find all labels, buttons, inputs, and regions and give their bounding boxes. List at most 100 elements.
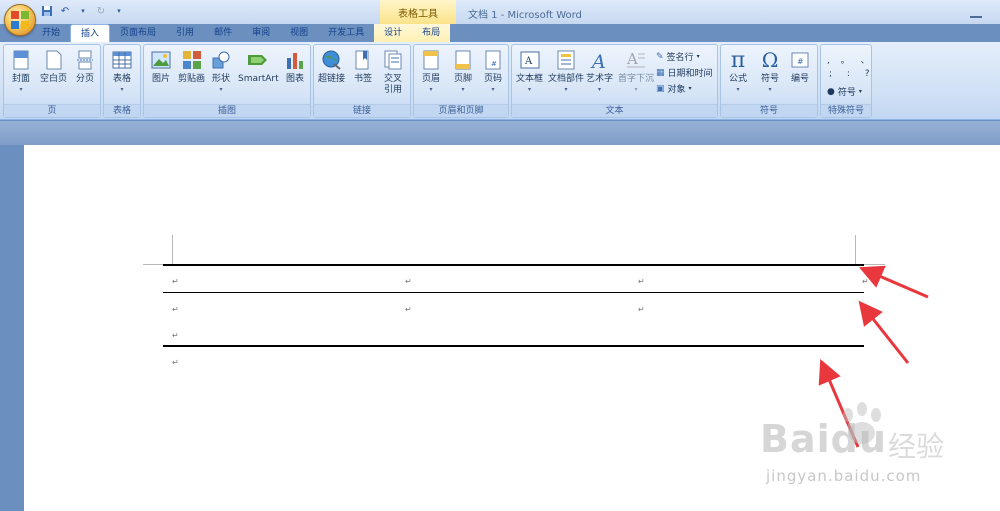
chevron-down-icon: ▾ [598,86,602,93]
drop-cap-label: 首字下沉 [618,74,655,84]
title-bar: ↶ ▾ ↻ ▾ 表格工具 文档 1 - Microsoft Word [0,0,1000,24]
group-illustrations: 图片 剪贴画 形状 ▾ SmartArt 图表 插图 [143,44,311,118]
header-label: 页眉 [421,74,440,84]
special-symbols-row-1[interactable]: , 。 、 [827,53,874,66]
cover-page-label: 封面 [11,74,30,84]
table-button[interactable]: 表格 ▾ [111,49,133,93]
text-box-icon: A [519,49,541,71]
special-symbols-row-2[interactable]: ; : ? [829,69,876,79]
customize-qat-icon[interactable]: ▾ [112,4,126,18]
blank-page-button[interactable]: 空白页 [40,49,67,85]
chevron-down-icon: ▾ [634,86,638,93]
wordart-button[interactable]: A 艺术字 ▾ [586,49,613,93]
tab-insert[interactable]: 插入 [70,24,111,42]
chevron-down-icon: ▾ [19,86,23,93]
signature-line-button[interactable]: ✎ 签名行 ▾ [656,50,700,64]
quick-parts-button[interactable]: 文档部件 ▾ [548,49,584,93]
text-box-label: 文本框 [516,74,544,84]
paragraph-mark: ↵ [638,305,645,314]
chevron-down-icon: ▾ [688,85,692,92]
margin-mark-right [855,235,856,265]
bullet-icon: ● [827,86,835,97]
paragraph-mark: ↵ [638,277,645,286]
page-number-button[interactable]: # 页码 ▾ [482,49,504,93]
tab-home[interactable]: 开始 [32,24,70,42]
group-links-label: 链接 [314,104,410,117]
picture-button[interactable]: 图片 [150,49,172,85]
quick-access-toolbar: ↶ ▾ ↻ ▾ [40,4,126,18]
table-label: 表格 [112,74,131,84]
chevron-down-icon: ▾ [219,86,223,93]
special-symbols-dropdown[interactable]: ● 符号 ▾ [827,85,862,99]
paragraph-mark: ↵ [405,305,412,314]
signature-line-icon: ✎ [656,51,664,62]
numbering-icon: # [789,49,811,71]
chevron-down-icon: ▾ [736,86,740,93]
cross-reference-button[interactable]: 交叉 引用 [382,49,404,96]
clip-art-button[interactable]: 剪贴画 [178,49,205,85]
group-text: A 文本框 ▾ 文档部件 ▾ A 艺术字 ▾ A 首字下沉 ▾ ✎ 签名行 ▾ … [511,44,718,118]
table-bottom-border[interactable] [163,345,864,347]
tab-layout[interactable]: 布局 [412,24,451,42]
minimize-icon[interactable] [970,6,982,18]
tab-page-layout[interactable]: 页面布局 [110,24,166,42]
tab-design[interactable]: 设计 [374,24,413,42]
save-icon[interactable] [40,4,54,18]
group-tables-label: 表格 [104,104,140,117]
svg-text:A: A [524,56,533,67]
svg-text:A: A [590,51,606,70]
text-box-button[interactable]: A 文本框 ▾ [516,49,543,93]
shapes-icon [210,49,232,71]
tab-references[interactable]: 引用 [166,24,204,42]
shapes-label: 形状 [211,74,230,84]
smartart-button[interactable]: SmartArt [238,49,279,85]
equation-button[interactable]: π 公式 ▾ [727,48,749,94]
group-symbols-label: 符号 [721,104,817,117]
tab-review[interactable]: 审阅 [242,24,280,42]
window-title: 文档 1 - Microsoft Word [468,10,582,21]
chevron-down-icon: ▾ [120,86,124,93]
table-top-border[interactable] [163,264,864,266]
redo-icon[interactable]: ↻ [94,4,108,18]
drop-cap-icon: A [625,49,647,71]
tab-mailings[interactable]: 邮件 [204,24,242,42]
chevron-down-icon: ▾ [768,86,772,93]
watermark-cn: 经验 [888,430,945,463]
chart-button[interactable]: 图表 [284,49,306,85]
chevron-down-icon: ▾ [564,86,568,93]
bookmark-button[interactable]: 书签 [352,49,374,85]
drop-cap-button[interactable]: A 首字下沉 ▾ [618,49,654,93]
chevron-down-icon: ▾ [696,53,700,60]
group-header-footer-label: 页眉和页脚 [414,104,508,117]
page-break-button[interactable]: 分页 [74,49,96,85]
blank-page-icon [43,49,65,71]
ribbon-tabs: 开始 插入 页面布局 引用 邮件 审阅 视图 开发工具 设计 布局 [0,24,1000,42]
office-button[interactable] [4,4,36,36]
undo-dropdown-icon[interactable]: ▾ [76,4,90,18]
svg-text:#: # [491,60,497,68]
date-time-button[interactable]: ▦ 日期和时间 [656,66,713,80]
hyperlink-button[interactable]: 超链接 [318,49,345,85]
page-break-label: 分页 [75,74,94,84]
smartart-label: SmartArt [238,74,279,84]
chart-icon [284,49,306,71]
tab-developer[interactable]: 开发工具 [318,24,374,42]
table-row-divider[interactable] [163,292,864,293]
symbol-label: 符号 [760,74,779,84]
footer-button[interactable]: 页脚 ▾ [452,49,474,93]
symbol-button[interactable]: Ω 符号 ▾ [759,48,781,93]
smartart-icon [247,49,269,71]
shapes-button[interactable]: 形状 ▾ [210,49,232,93]
blank-page-label: 空白页 [40,74,68,84]
chevron-down-icon: ▾ [461,86,465,93]
group-illustrations-label: 插图 [144,104,310,117]
paragraph-mark: ↵ [172,305,179,314]
header-button[interactable]: 页眉 ▾ [420,49,442,93]
tab-view[interactable]: 视图 [280,24,318,42]
group-text-label: 文本 [512,104,717,117]
numbering-button[interactable]: # 编号 [789,49,811,85]
object-button[interactable]: ▣ 对象 ▾ [656,82,692,96]
office-logo-icon [11,11,29,29]
undo-icon[interactable]: ↶ [58,4,72,18]
cover-page-button[interactable]: 封面 ▾ [10,49,32,93]
